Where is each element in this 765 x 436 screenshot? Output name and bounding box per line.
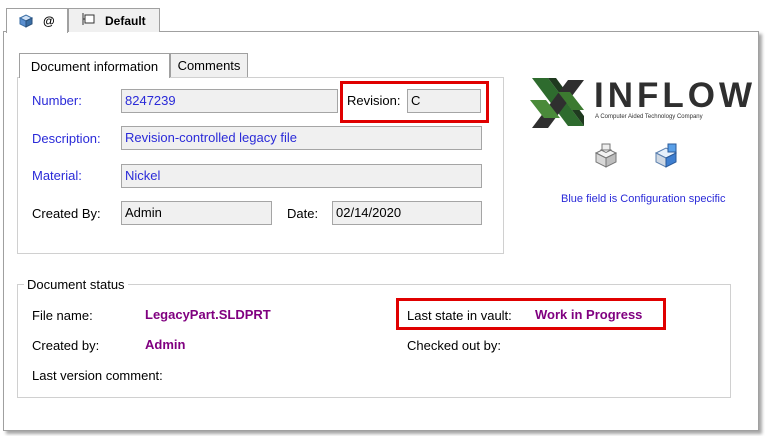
checked-out-by-label: Checked out by:: [407, 338, 501, 353]
created-by-field[interactable]: Admin: [121, 201, 272, 225]
last-state-label: Last state in vault:: [407, 308, 512, 323]
inflow-mark-icon: [530, 78, 584, 128]
tab-comments[interactable]: Comments: [170, 53, 248, 77]
date-label: Date:: [287, 206, 319, 221]
tab-configuration-default[interactable]: Default: [68, 8, 160, 32]
status-created-by-label: Created by:: [32, 338, 100, 353]
last-state-value: Work in Progress: [535, 307, 643, 322]
last-version-comment-label: Last version comment:: [32, 368, 163, 383]
inflow-tagline: A Computer Aided Technology Company: [595, 114, 703, 120]
config-block-icon: [654, 143, 678, 168]
material-field[interactable]: Nickel: [121, 164, 482, 188]
file-name-label: File name:: [32, 308, 93, 323]
file-name-value: LegacyPart.SLDPRT: [145, 307, 271, 322]
part-config-icon: [17, 11, 37, 32]
revision-field[interactable]: C: [407, 89, 481, 113]
description-field[interactable]: Revision-controlled legacy file: [121, 126, 482, 150]
tab-configuration-at[interactable]: @: [6, 8, 68, 33]
number-label: Number:: [32, 93, 82, 108]
config-properties-button[interactable]: [652, 141, 680, 169]
revision-label: Revision:: [347, 93, 401, 108]
config-tree-icon: [80, 12, 96, 29]
material-label: Material:: [32, 168, 82, 183]
inflow-logo: INFLOW A Computer Aided Technology Compa…: [526, 72, 756, 134]
config-specific-note: Blue field is Configuration specific: [561, 193, 726, 205]
tab-configuration-at-label: @: [43, 14, 55, 28]
created-by-label: Created By:: [32, 206, 101, 221]
document-status-title: Document status: [24, 277, 128, 292]
part-block-icon: [594, 143, 618, 168]
date-field[interactable]: 02/14/2020: [332, 201, 482, 225]
part-properties-button[interactable]: [592, 141, 620, 169]
tab-configuration-default-label: Default: [105, 13, 146, 28]
inflow-wordmark: INFLOW: [594, 76, 757, 115]
status-created-by-value: Admin: [145, 337, 186, 352]
description-label: Description:: [32, 131, 101, 146]
number-field[interactable]: 8247239: [121, 89, 338, 113]
tab-document-information[interactable]: Document information: [19, 53, 170, 78]
